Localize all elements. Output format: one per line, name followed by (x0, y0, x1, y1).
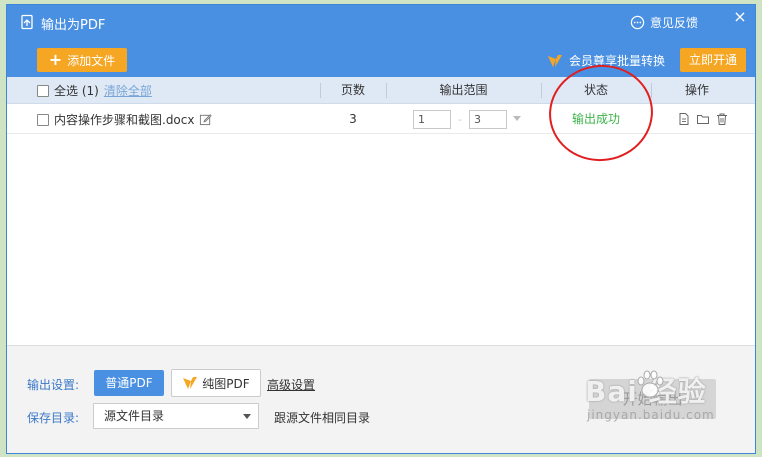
vip-crown-icon (548, 54, 562, 67)
plus-icon: + (48, 50, 63, 69)
chat-bubble-icon (630, 15, 645, 30)
column-header-ops: 操作 (684, 83, 709, 97)
normal-pdf-button[interactable]: 普通PDF (94, 370, 164, 396)
add-file-label: 添加文件 (67, 53, 116, 68)
save-dir-label: 保存目录: (27, 411, 80, 425)
watermark-url: jingyan.baidu.com (587, 408, 715, 422)
column-header-range: 输出范围 (439, 83, 488, 97)
trash-icon[interactable] (715, 112, 729, 126)
feedback-label: 意见反馈 (650, 16, 699, 30)
export-pdf-dialog: 输出为PDF 意见反馈 × + 添加文件 会员尊享批量转换 立即开通 全选 (1… (6, 4, 756, 454)
file-name: 内容操作步骤和截图.docx (54, 113, 195, 127)
row-checkbox[interactable] (37, 113, 49, 126)
folder-icon[interactable] (696, 112, 710, 126)
watermark: Bai 经验 jingyan.baidu.com (585, 366, 755, 446)
vip-crown-icon (183, 377, 198, 389)
dialog-title: 输出为PDF (41, 18, 106, 33)
image-pdf-button[interactable]: 纯图PDF (171, 369, 261, 397)
output-settings-label: 输出设置: (27, 378, 80, 392)
save-dir-hint: 跟源文件相同目录 (274, 411, 371, 425)
chevron-down-icon (243, 414, 251, 419)
add-file-button[interactable]: + 添加文件 (37, 48, 127, 72)
range-to-input[interactable]: 3 (469, 110, 507, 129)
clear-all-link[interactable]: 清除全部 (104, 82, 152, 99)
advanced-settings-link[interactable]: 高级设置 (267, 376, 315, 393)
image-pdf-label: 纯图PDF (202, 376, 250, 391)
export-pdf-icon (21, 14, 33, 30)
titlebar: 输出为PDF 意见反馈 × + 添加文件 会员尊享批量转换 立即开通 (7, 5, 755, 77)
select-all-checkbox[interactable] (37, 84, 49, 97)
select-all-label: 全选 (1) (54, 84, 99, 98)
row-actions (677, 112, 729, 126)
document-icon[interactable] (677, 112, 691, 126)
feedback-link[interactable]: 意见反馈 (630, 14, 698, 31)
column-header-pages: 页数 (340, 83, 365, 97)
range-from-input[interactable]: 1 (413, 110, 451, 129)
baidu-paw-icon (637, 370, 664, 398)
settings-panel: 输出设置: 普通PDF 纯图PDF 高级设置 保存目录: 源文件目录 跟源文件相… (7, 345, 755, 453)
select-all-group: 全选 (1) 清除全部 (37, 77, 152, 104)
close-button[interactable]: × (731, 8, 749, 26)
save-dir-select[interactable]: 源文件目录 (93, 403, 259, 429)
close-icon: × (733, 7, 747, 26)
edit-icon[interactable] (199, 113, 213, 126)
page-count: 3 (349, 112, 357, 126)
range-separator: - (458, 113, 462, 126)
file-cell: 内容操作步骤和截图.docx (37, 105, 213, 134)
save-dir-value: 源文件目录 (104, 409, 165, 423)
open-membership-button[interactable]: 立即开通 (680, 48, 746, 72)
range-dropdown-arrow-icon[interactable] (513, 116, 521, 121)
